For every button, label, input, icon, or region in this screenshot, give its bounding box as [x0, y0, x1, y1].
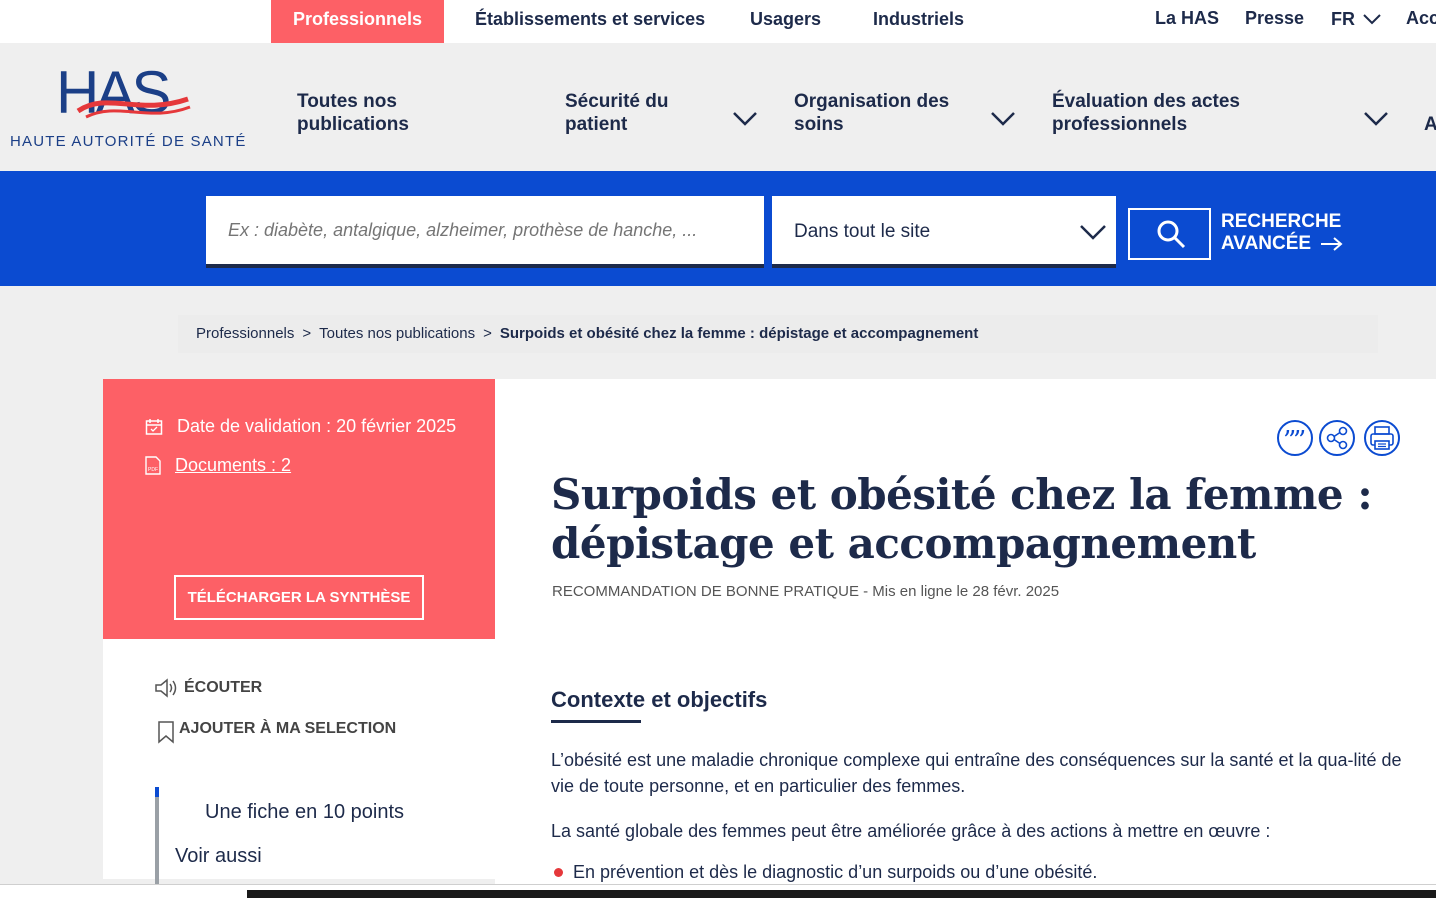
logo-subtitle: HAUTE AUTORITÉ DE SANTÉ [10, 133, 247, 150]
search-band: Dans tout le site RECHERCHE AVANCÉE [0, 171, 1436, 286]
nav-organisation-soins[interactable]: Organisation des soins [794, 90, 949, 136]
article-type: RECOMMANDATION DE BONNE PRATIQUE [552, 583, 859, 600]
listen-button[interactable]: ÉCOUTER [154, 677, 262, 699]
search-icon [1157, 220, 1186, 249]
nav-label-line2: patient [565, 114, 628, 135]
nav-label-line2: professionnels [1052, 114, 1188, 135]
validation-date: Date de validation : 20 février 2025 [145, 416, 456, 437]
documents-link[interactable]: PDF Documents : 2 [145, 455, 291, 476]
link-la-has[interactable]: La HAS [1155, 0, 1219, 38]
page-title: Surpoids et obésité chez la femme : dépi… [551, 470, 1373, 568]
toc-item-fiche[interactable]: Une fiche en 10 points [205, 801, 404, 824]
advanced-search-link[interactable]: RECHERCHE AVANCÉE [1221, 211, 1343, 255]
audience-tab-usagers[interactable]: Usagers [750, 0, 821, 43]
nav-label-line1: Organisation des [794, 91, 950, 112]
paragraph-intro: L’obésité est une maladie chronique comp… [551, 750, 1402, 796]
section-heading: Contexte et objectifs [551, 687, 768, 723]
breadcrumb-separator: > [302, 325, 312, 342]
info-panel: Date de validation : 20 février 2025 PDF… [103, 379, 495, 639]
nav-label-line1: Toutes nos [297, 91, 397, 112]
bullet-dot [554, 868, 563, 877]
arrow-right-icon [1321, 237, 1343, 251]
article-meta: RECOMMANDATION DE BONNE PRATIQUE - Mis e… [552, 583, 1059, 600]
toc-item-voir-aussi[interactable]: Voir aussi [175, 845, 262, 868]
nav-overflow[interactable]: A [1424, 113, 1436, 136]
share-button[interactable] [1319, 420, 1355, 456]
audience-tab-industriels[interactable]: Industriels [873, 0, 964, 43]
chevron-down-icon[interactable] [991, 111, 1015, 127]
main-header: HAS HAUTE AUTORITÉ DE SANTÉ Toutes nos p… [0, 43, 1436, 171]
svg-text:”: ” [1293, 426, 1306, 454]
add-selection-button[interactable]: AJOUTER À MA SELECTION [157, 714, 396, 744]
link-presse[interactable]: Presse [1245, 0, 1304, 38]
nav-securite-patient[interactable]: Sécurité du patient [565, 90, 668, 136]
toc-active-marker [155, 787, 159, 797]
svg-text:HAS: HAS [56, 61, 169, 126]
bottom-bar [247, 890, 1436, 898]
search-button[interactable] [1128, 208, 1211, 260]
audience-tab-etablissements[interactable]: Établissements et services [475, 0, 705, 43]
breadcrumb: Professionnels > Toutes nos publications > S… [178, 315, 1378, 353]
link-accessibility[interactable]: Acc [1406, 0, 1436, 38]
paragraph-actions: La santé globale des femmes peut être am… [551, 821, 1271, 841]
speaker-icon [155, 678, 177, 698]
search-input[interactable] [206, 196, 764, 264]
breadcrumb-link-publications[interactable]: Toutes nos publications [319, 325, 475, 342]
audience-bar: Professionnels Établissements et service… [0, 0, 1436, 43]
advanced-search-line1: RECHERCHE [1221, 211, 1342, 232]
audience-tab-professionnels[interactable]: Professionnels [271, 0, 444, 43]
nav-label-line1: Évaluation des actes [1052, 91, 1240, 112]
section-heading-underline [551, 720, 641, 723]
search-field [206, 196, 764, 268]
printer-icon [1370, 426, 1394, 450]
list-item: En prévention et dès le diagnostic d’un … [554, 862, 1097, 883]
language-selector[interactable]: FR [1331, 0, 1381, 38]
documents-link-text: Documents : 2 [175, 455, 292, 475]
bookmark-icon [158, 721, 174, 744]
chevron-down-icon [1363, 14, 1381, 25]
print-button[interactable] [1364, 420, 1400, 456]
section-heading-text: Contexte et objectifs [551, 687, 768, 712]
listen-label: ÉCOUTER [184, 679, 263, 696]
nav-toutes-publications[interactable]: Toutes nos publications [297, 90, 409, 136]
chevron-down-icon[interactable] [733, 111, 757, 127]
advanced-search-line2: AVANCÉE [1221, 233, 1312, 254]
breadcrumb-link-professionnels[interactable]: Professionnels [196, 325, 294, 342]
cite-button[interactable]: ”” [1277, 420, 1313, 456]
search-scope-select[interactable]: Dans tout le site [772, 196, 1116, 268]
has-logo-mark: HAS [56, 59, 191, 126]
svg-text:PDF: PDF [148, 467, 158, 473]
publication-date: - Mis en ligne le 28 févr. 2025 [858, 583, 1060, 600]
breadcrumb-current: Surpoids et obésité chez la femme : dépi… [499, 325, 979, 342]
nav-label-line2: soins [794, 114, 844, 135]
validation-date-text: Date de validation : 20 février 2025 [177, 416, 457, 436]
download-synthesis-button[interactable]: TÉLÉCHARGER LA SYNTHÈSE [174, 575, 424, 620]
search-scope-value: Dans tout le site [794, 221, 931, 242]
nav-label-line2: publications [297, 114, 409, 135]
breadcrumb-separator: > [483, 325, 492, 342]
nav-evaluation-actes[interactable]: Évaluation des actes professionnels [1052, 90, 1240, 136]
add-selection-label: AJOUTER À MA SELECTION [179, 720, 397, 737]
quote-icon: ”” [1283, 426, 1306, 456]
pdf-file-icon: PDF [145, 456, 161, 475]
chevron-down-icon [1080, 225, 1106, 240]
nav-label-line1: Sécurité du [565, 91, 669, 112]
list-item-text: En prévention et dès le diagnostic d’un … [573, 862, 1098, 882]
language-label: FR [1331, 9, 1355, 29]
chevron-down-icon[interactable] [1364, 111, 1388, 127]
share-icon [1326, 426, 1348, 450]
table-of-contents: Une fiche en 10 points Voir aussi [155, 787, 475, 887]
calendar-icon [145, 418, 163, 435]
